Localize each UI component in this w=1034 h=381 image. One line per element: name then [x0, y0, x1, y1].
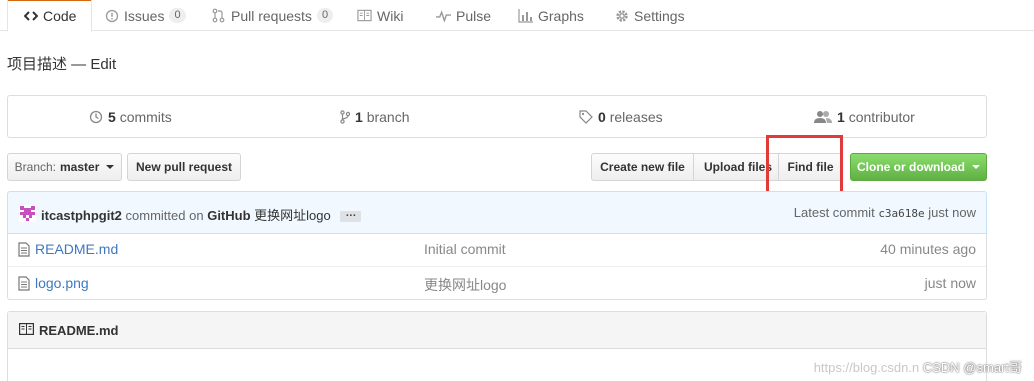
graph-icon	[518, 8, 533, 23]
tab-code[interactable]: Code	[7, 0, 93, 32]
contributors-link[interactable]: 1 contributor	[814, 96, 915, 137]
branch-name: master	[60, 160, 100, 174]
commit-author-line: itcastphpgit2 committed on GitHub 更换网址lo…	[41, 205, 362, 224]
clone-label: Clone or download	[857, 160, 965, 174]
commits-label: commits	[119, 108, 172, 125]
numbers-summary: 5 commits 1 branch 0 releases 1 contribu…	[7, 95, 987, 138]
tab-graphs[interactable]: Graphs	[518, 0, 584, 31]
tab-settings[interactable]: Settings	[614, 0, 685, 31]
expand-commit-button[interactable]: …	[340, 208, 362, 223]
tab-label: Settings	[634, 7, 685, 24]
readme-title: README.md	[39, 322, 119, 338]
tab-label: Pulse	[456, 7, 492, 24]
pulse-icon	[436, 8, 451, 23]
file-name-link[interactable]: logo.png	[35, 275, 89, 291]
pull-request-icon	[211, 8, 226, 23]
pull-requests-counter: 0	[316, 8, 334, 23]
commit-author[interactable]: itcastphpgit2	[41, 208, 122, 223]
new-pull-request-button[interactable]: New pull request	[127, 153, 241, 181]
tab-issues[interactable]: Issues 0	[104, 0, 186, 31]
issue-icon	[104, 8, 119, 23]
chevron-down-icon	[106, 165, 115, 169]
book-icon	[357, 8, 372, 23]
repo-nav-tabs: Code Issues 0 Pull requests 0 Wiki Pulse…	[0, 0, 1034, 32]
latest-commit-label: Latest commit	[793, 205, 875, 220]
watermark-credit: CSDN @smart哥	[922, 360, 1022, 375]
tab-label: Issues	[124, 7, 165, 24]
releases-count: 0	[598, 108, 606, 125]
file-list: README.md Initial commit 40 minutes ago …	[7, 233, 987, 300]
gear-icon	[614, 8, 629, 23]
file-commit-message[interactable]: Initial commit	[424, 241, 506, 257]
tab-label: Pull requests	[231, 7, 312, 24]
tag-icon	[579, 109, 593, 124]
book-icon	[19, 322, 35, 338]
contributors-count: 1	[837, 108, 845, 125]
table-row: logo.png 更换网址logo just now	[8, 266, 986, 299]
tab-label: Graphs	[538, 7, 584, 24]
latest-commit: Latest commit c3a618e just now	[794, 205, 976, 220]
table-row: README.md Initial commit 40 minutes ago	[8, 233, 986, 266]
file-icon	[18, 242, 30, 260]
branches-label: branch	[366, 108, 410, 125]
upload-files-button[interactable]: Upload files	[693, 153, 779, 181]
file-icon	[18, 276, 30, 294]
branch-prefix: Branch:	[14, 160, 56, 174]
chevron-down-icon	[972, 165, 980, 169]
commit-age: just now	[928, 205, 976, 220]
tab-wiki[interactable]: Wiki	[357, 0, 403, 31]
page-title: 项目描述 — Edit	[7, 56, 117, 73]
file-commit-message[interactable]: 更换网址logo	[424, 275, 506, 295]
watermark-url: https://blog.csdn.n	[813, 360, 920, 375]
releases-label: releases	[609, 108, 663, 125]
commit-platform: GitHub	[207, 208, 251, 223]
people-icon	[814, 110, 832, 124]
commits-link[interactable]: 5 commits	[89, 96, 172, 137]
code-icon	[23, 9, 38, 24]
commit-sha[interactable]: c3a618e	[878, 207, 924, 220]
readme-header: README.md	[8, 312, 986, 349]
watermark: https://blog.csdn.n CSDN @smart哥	[814, 357, 1022, 376]
history-icon	[89, 110, 103, 124]
issues-counter: 0	[169, 8, 186, 23]
contributors-label: contributor	[848, 108, 915, 125]
tab-pull-requests[interactable]: Pull requests 0	[211, 0, 334, 31]
file-age: 40 minutes ago	[880, 241, 976, 257]
branches-count: 1	[355, 108, 363, 125]
committed-on-label: committed on	[125, 208, 204, 223]
tab-pulse[interactable]: Pulse	[436, 0, 491, 31]
file-name-link[interactable]: README.md	[35, 241, 118, 257]
find-file-button[interactable]: Find file	[778, 153, 843, 181]
clone-or-download-button[interactable]: Clone or download	[850, 153, 987, 181]
tab-label: Code	[43, 8, 77, 24]
branches-link[interactable]: 1 branch	[340, 96, 410, 137]
tab-label: Wiki	[377, 7, 404, 24]
commit-message[interactable]: 更换网址logo	[254, 208, 331, 223]
create-new-file-button[interactable]: Create new file	[591, 153, 694, 181]
releases-link[interactable]: 0 releases	[579, 96, 663, 137]
commit-tease: itcastphpgit2 committed on GitHub 更换网址lo…	[7, 191, 987, 234]
file-age: just now	[924, 275, 976, 291]
branch-select-button[interactable]: Branch: master	[7, 153, 122, 181]
branch-icon	[340, 109, 350, 124]
commits-count: 5	[108, 108, 116, 125]
avatar[interactable]	[19, 205, 36, 222]
